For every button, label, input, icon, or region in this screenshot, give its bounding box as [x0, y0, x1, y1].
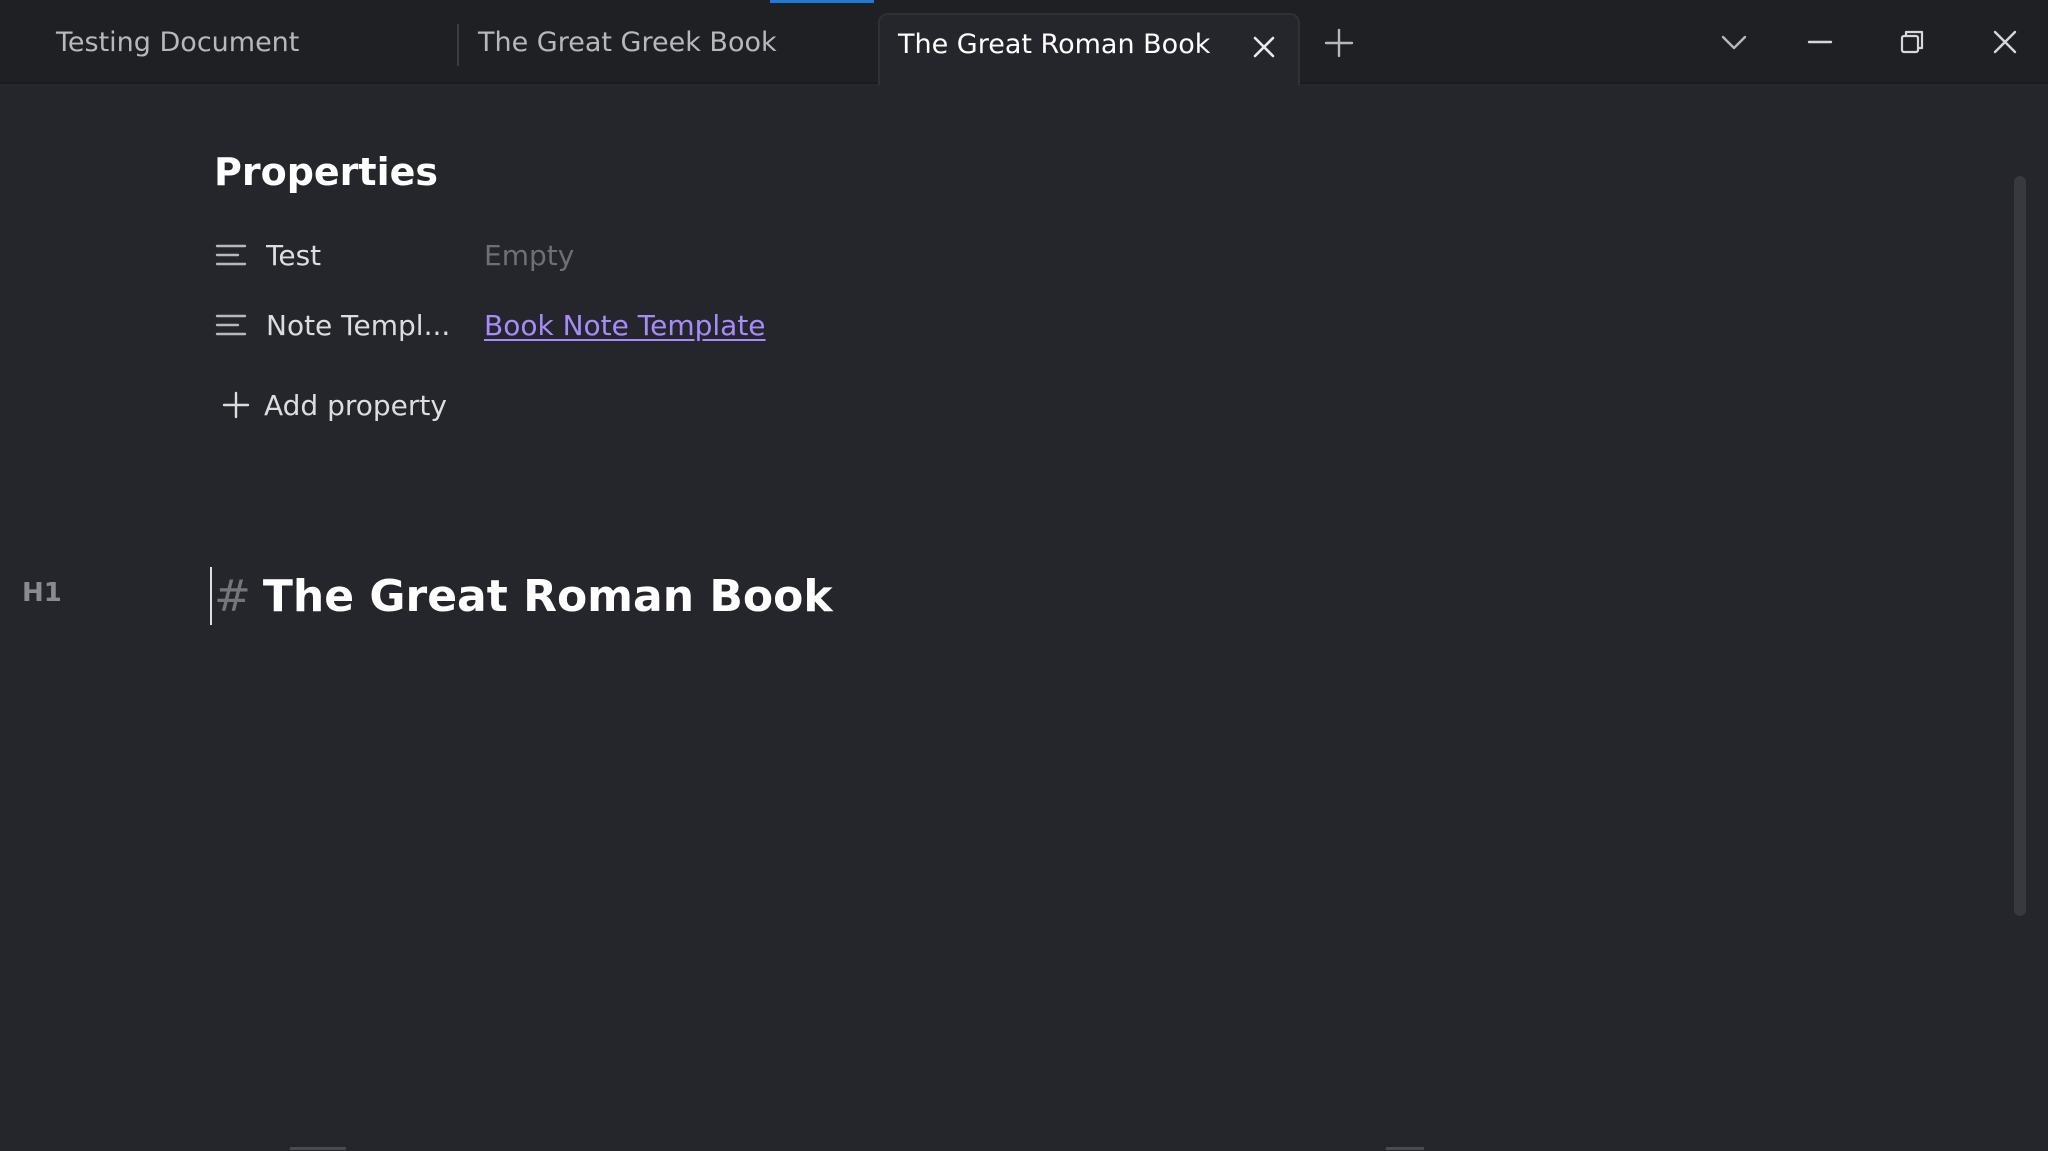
tab-the-great-roman-book[interactable]: The Great Roman Book	[878, 13, 1300, 85]
property-key[interactable]: Test	[266, 239, 484, 272]
close-icon[interactable]	[1985, 22, 2025, 62]
property-row-test[interactable]: Test Empty	[214, 231, 914, 279]
bottom-edge-mark	[1386, 1147, 1424, 1150]
document-heading[interactable]: The Great Roman Book	[263, 571, 833, 622]
tab-label: Testing Document	[56, 26, 300, 58]
restore-icon[interactable]	[1892, 22, 1932, 62]
tab-label: The Great Roman Book	[898, 28, 1211, 60]
title-bar: Testing Document The Great Greek Book Th…	[0, 0, 2048, 85]
tab-the-great-greek-book[interactable]: The Great Greek Book	[458, 0, 876, 84]
heading-level-indicator: H1	[22, 578, 62, 608]
property-value-empty[interactable]: Empty	[484, 239, 574, 272]
close-icon[interactable]	[1248, 31, 1280, 63]
text-lines-icon	[215, 244, 247, 266]
text-cursor	[210, 567, 212, 625]
add-property-label: Add property	[264, 388, 447, 422]
property-key[interactable]: Note Templ...	[266, 309, 484, 342]
add-property-button[interactable]: Add property	[220, 381, 447, 429]
minimize-icon[interactable]	[1800, 22, 1840, 62]
plus-icon	[222, 391, 250, 419]
heading-marker: #	[214, 570, 251, 622]
text-lines-icon	[215, 314, 247, 336]
tab-label: The Great Greek Book	[478, 26, 777, 58]
chevron-down-icon[interactable]	[1714, 22, 1754, 62]
plus-icon[interactable]	[1322, 26, 1356, 60]
scrollbar[interactable]	[2014, 176, 2026, 916]
tab-testing-document[interactable]: Testing Document	[56, 0, 456, 84]
properties-heading: Properties	[214, 150, 438, 194]
document-heading-line[interactable]: # The Great Roman Book	[210, 566, 833, 626]
bottom-edge-mark	[290, 1147, 346, 1150]
property-row-note-template[interactable]: Note Templ... Book Note Template	[214, 301, 914, 349]
property-value-link[interactable]: Book Note Template	[484, 309, 766, 342]
